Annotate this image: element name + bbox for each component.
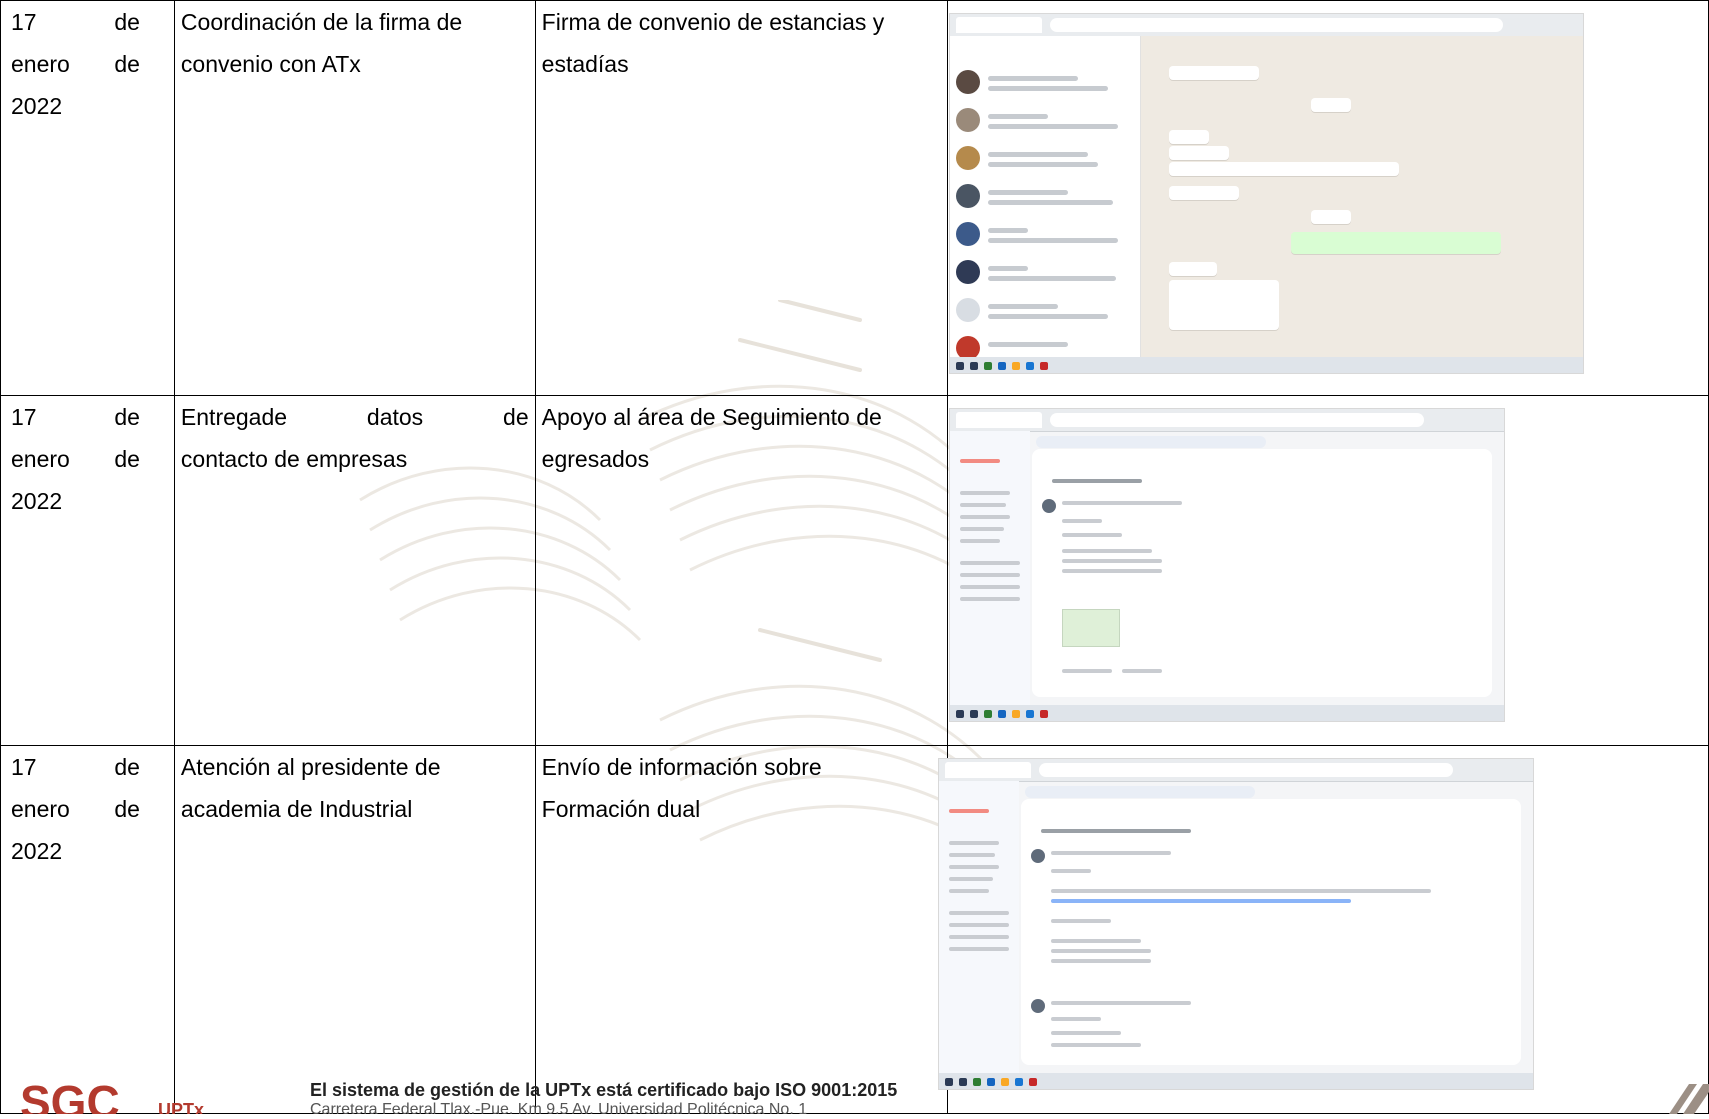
date-de: de xyxy=(114,9,140,35)
browser-toolbar xyxy=(950,409,1505,432)
message-bubble xyxy=(1169,186,1240,200)
taskbar xyxy=(950,705,1505,721)
description-cell: Firma de convenio de estancias y estadía… xyxy=(534,0,949,396)
date-de: de xyxy=(114,796,140,822)
evidence-cell: M ▭ xyxy=(938,745,1709,1114)
list-item xyxy=(956,218,1134,252)
map-bubble xyxy=(1169,280,1280,330)
date-day: 17 xyxy=(11,9,37,35)
chat-list xyxy=(950,36,1142,360)
activity-word: Entregade xyxy=(180,404,288,430)
description-cell: Apoyo al área de Seguimiento de egresado… xyxy=(534,395,949,746)
url-bar xyxy=(1050,413,1425,427)
activity-cell: Atención al presidente de academia de In… xyxy=(173,745,536,1114)
activity-line: Entregade datos de xyxy=(181,396,529,438)
date-month: enero xyxy=(11,446,70,472)
date-month: enero xyxy=(11,796,70,822)
list-item xyxy=(956,142,1134,176)
table-row: 17 de enero de 2022 Coordinación de la fir… xyxy=(0,0,1709,396)
message-bubble xyxy=(1169,66,1260,80)
date-day: 17 xyxy=(11,404,37,430)
browser-toolbar xyxy=(950,14,1584,37)
date-de: de xyxy=(114,51,140,77)
address-line: Carretera Federal Tlax.-Pue. Km 9.5 Av. … xyxy=(310,1101,808,1118)
activity-cell: Entregade datos de contacto de empresas xyxy=(173,395,536,746)
activity-cell: Coordinación de la firma de convenio con… xyxy=(173,0,536,396)
taskbar xyxy=(939,1073,1534,1089)
message-bubble xyxy=(1169,262,1218,276)
activity-line: academia de Industrial xyxy=(180,796,413,822)
date-year: 2022 xyxy=(11,838,63,864)
date-bubble xyxy=(1311,210,1352,224)
date-bubble xyxy=(1311,98,1352,112)
date-de: de xyxy=(114,754,140,780)
description-line: estadías xyxy=(541,51,629,77)
date-de: de xyxy=(114,404,140,430)
sgc-logo-text: SGC xyxy=(20,1078,120,1114)
mail-sidebar xyxy=(939,781,1020,1073)
mail-view xyxy=(1032,449,1493,697)
list-item xyxy=(956,256,1134,290)
list-item xyxy=(956,294,1134,328)
date-cell: 17 de enero de 2022 xyxy=(0,395,175,746)
date-de: de xyxy=(114,446,140,472)
date-year: 2022 xyxy=(11,93,63,119)
description-cell: Envío de información sobre Formación dua… xyxy=(534,745,949,1114)
date-cell: 17 de enero de 2022 xyxy=(0,745,175,1114)
date-cell: 17 de enero de 2022 xyxy=(0,0,175,396)
message-bubble-sent xyxy=(1291,232,1502,254)
message-bubble xyxy=(1169,162,1400,176)
uptx-corner-logo-icon xyxy=(1669,1084,1709,1114)
activity-word: datos xyxy=(366,404,424,430)
evidence-cell xyxy=(947,0,1709,396)
date-day: 17 xyxy=(11,754,37,780)
description-line: egresados xyxy=(541,446,650,472)
url-bar xyxy=(1039,763,1454,777)
description-line: Apoyo al área de Seguimiento de xyxy=(541,404,882,430)
gmail-screenshot: M ▭ xyxy=(949,408,1506,722)
gmail-screenshot: M ▭ xyxy=(938,758,1535,1090)
table-row: 17 de enero de 2022 Entregade datos de con… xyxy=(0,395,1709,746)
certification-notice: El sistema de gestión de la UPTx está ce… xyxy=(310,1080,898,1100)
list-item xyxy=(956,104,1134,138)
taskbar xyxy=(950,357,1584,373)
evidence-cell: M ▭ xyxy=(947,395,1709,746)
browser-toolbar xyxy=(939,759,1534,782)
activity-line: contacto de empresas xyxy=(180,446,408,472)
browser-tab xyxy=(945,762,1032,778)
sgc-logo-sub: UPTx xyxy=(158,1100,204,1114)
date-month: enero xyxy=(11,51,70,77)
activity-line: Coordinación de la firma de xyxy=(180,9,463,35)
whatsapp-screenshot xyxy=(949,13,1585,374)
activity-line: convenio con ATx xyxy=(180,51,361,77)
activity-word: de xyxy=(503,404,529,430)
browser-tab xyxy=(956,412,1043,428)
table-row: 17 de enero de 2022 Atención al presidente… xyxy=(0,745,1709,1114)
list-item xyxy=(956,66,1134,100)
mail-sidebar xyxy=(950,431,1031,705)
browser-tab xyxy=(956,17,1043,33)
chat-panel xyxy=(1141,36,1584,357)
description-line: Formación dual xyxy=(541,796,701,822)
url-bar xyxy=(1050,18,1504,32)
list-item xyxy=(956,180,1134,214)
sgc-logo: SGC UPTx xyxy=(20,1078,204,1114)
search-input xyxy=(1036,436,1267,448)
search-input xyxy=(1025,786,1256,798)
mail-view xyxy=(1021,799,1522,1065)
description-line: Firma de convenio de estancias y xyxy=(541,9,885,35)
message-bubble xyxy=(1169,130,1210,144)
message-bubble xyxy=(1169,146,1230,160)
activity-table: 17 de enero de 2022 Coordinación de la fir… xyxy=(0,0,1709,1114)
activity-line: Atención al presidente de xyxy=(180,754,441,780)
description-line: Envío de información sobre xyxy=(541,754,822,780)
date-year: 2022 xyxy=(11,488,63,514)
